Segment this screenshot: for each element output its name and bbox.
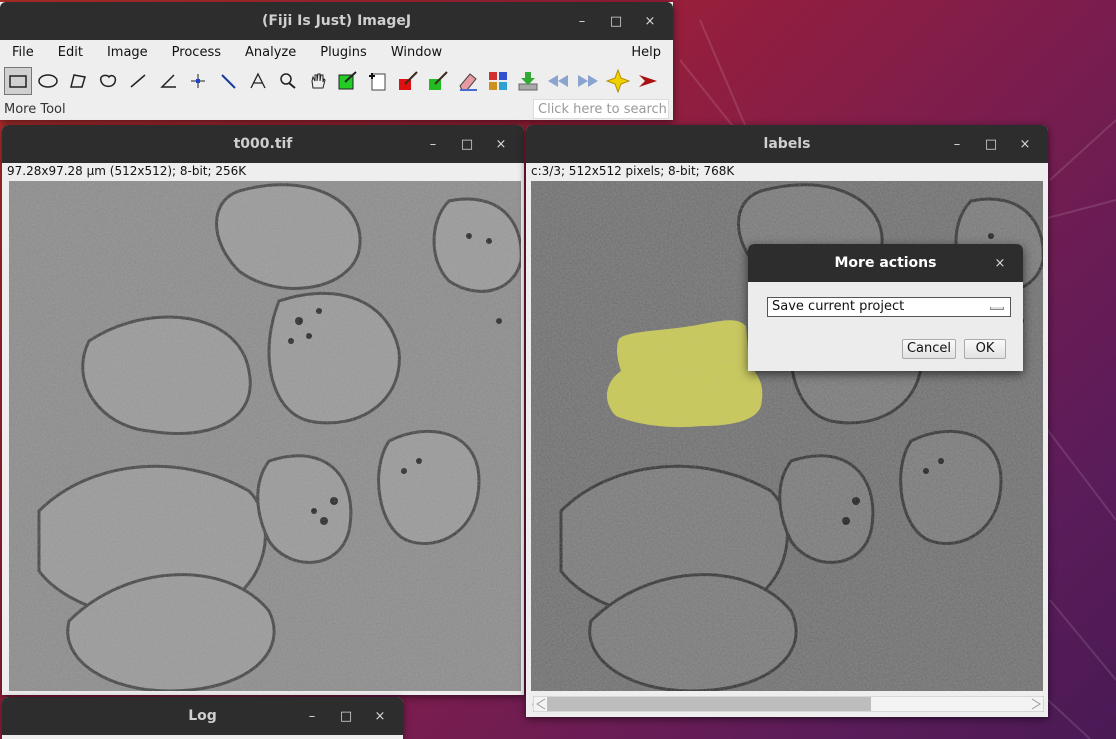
green-brush-icon[interactable] — [424, 67, 452, 95]
labels-image-window: labels – □ × c:3/3; 512x512 pixels; 8-bi… — [526, 125, 1048, 717]
minimize-icon[interactable]: – — [416, 137, 450, 152]
red-brush-icon[interactable] — [394, 67, 422, 95]
maximize-icon[interactable]: □ — [974, 137, 1008, 152]
log-title: Log — [188, 708, 217, 724]
search-input[interactable]: Click here to search — [533, 99, 669, 119]
imagej-main-window: (Fiji Is Just) ImageJ – □ × File Edit Im… — [0, 2, 673, 120]
labels-titlebar[interactable]: labels – □ × — [526, 125, 1048, 163]
angle-tool-icon[interactable] — [154, 67, 182, 95]
menu-window[interactable]: Window — [379, 45, 454, 60]
polygon-tool-icon[interactable] — [64, 67, 92, 95]
rewind-icon[interactable] — [544, 67, 572, 95]
download-icon[interactable] — [514, 67, 542, 95]
action-select-value: Save current project — [772, 299, 905, 314]
labels-title: labels — [763, 136, 811, 152]
line-tool-icon[interactable] — [124, 67, 152, 95]
text-tool-icon[interactable] — [244, 67, 272, 95]
menu-plugins[interactable]: Plugins — [308, 45, 379, 60]
new-image-icon[interactable] — [364, 67, 392, 95]
ok-button[interactable]: OK — [964, 339, 1006, 359]
minimize-icon[interactable]: – — [940, 137, 974, 152]
menu-analyze[interactable]: Analyze — [233, 45, 308, 60]
rectangle-tool-icon[interactable] — [4, 67, 32, 95]
menu-file[interactable]: File — [0, 45, 46, 60]
dropdown-icon — [990, 307, 1004, 310]
more-tools-icon[interactable] — [634, 67, 662, 95]
log-window: Log – □ × — [2, 697, 403, 739]
cell-microscopy-image — [9, 181, 521, 691]
color-picker-tool-icon[interactable] — [334, 67, 362, 95]
close-icon[interactable]: × — [983, 256, 1017, 271]
action-select[interactable]: Save current project — [767, 297, 1011, 317]
close-icon[interactable]: × — [633, 14, 667, 29]
toolbar — [0, 64, 673, 98]
menu-image[interactable]: Image — [95, 45, 160, 60]
imagej-titlebar[interactable]: (Fiji Is Just) ImageJ – □ × — [0, 2, 673, 40]
fast-forward-icon[interactable] — [574, 67, 602, 95]
t000-title: t000.tif — [233, 136, 293, 152]
menubar: File Edit Image Process Analyze Plugins … — [0, 40, 673, 64]
status-row: More Tool Click here to search — [0, 98, 673, 120]
star-icon[interactable] — [604, 67, 632, 95]
labels-info: c:3/3; 512x512 pixels; 8-bit; 768K — [526, 163, 1048, 179]
close-icon[interactable]: × — [363, 709, 397, 724]
hand-tool-icon[interactable] — [304, 67, 332, 95]
freehand-tool-icon[interactable] — [94, 67, 122, 95]
more-actions-dialog: More actions × Save current project Canc… — [748, 244, 1023, 371]
minimize-icon[interactable]: – — [295, 709, 329, 724]
t000-image-canvas[interactable] — [9, 181, 521, 691]
label-palette-icon[interactable] — [484, 67, 512, 95]
dialog-title: More actions — [834, 255, 937, 271]
log-titlebar[interactable]: Log – □ × — [2, 697, 403, 735]
close-icon[interactable]: × — [484, 137, 518, 152]
maximize-icon[interactable]: □ — [450, 137, 484, 152]
oval-tool-icon[interactable] — [34, 67, 62, 95]
magnifier-tool-icon[interactable] — [274, 67, 302, 95]
eraser-icon[interactable] — [454, 67, 482, 95]
menu-help[interactable]: Help — [619, 45, 673, 60]
imagej-title: (Fiji Is Just) ImageJ — [261, 13, 412, 29]
channel-scrollbar[interactable] — [532, 695, 1045, 713]
maximize-icon[interactable]: □ — [599, 14, 633, 29]
minimize-icon[interactable]: – — [565, 14, 599, 29]
menu-process[interactable]: Process — [160, 45, 233, 60]
menu-edit[interactable]: Edit — [46, 45, 95, 60]
t000-titlebar[interactable]: t000.tif – □ × — [2, 125, 524, 163]
status-label: More Tool — [4, 101, 66, 117]
t000-info: 97.28x97.28 µm (512x512); 8-bit; 256K — [2, 163, 524, 179]
wand-tool-icon[interactable] — [214, 67, 242, 95]
point-tool-icon[interactable] — [184, 67, 212, 95]
cancel-button[interactable]: Cancel — [902, 339, 956, 359]
close-icon[interactable]: × — [1008, 137, 1042, 152]
dialog-titlebar[interactable]: More actions × — [748, 244, 1023, 282]
t000-image-window: t000.tif – □ × 97.28x97.28 µm (512x512);… — [2, 125, 524, 695]
maximize-icon[interactable]: □ — [329, 709, 363, 724]
